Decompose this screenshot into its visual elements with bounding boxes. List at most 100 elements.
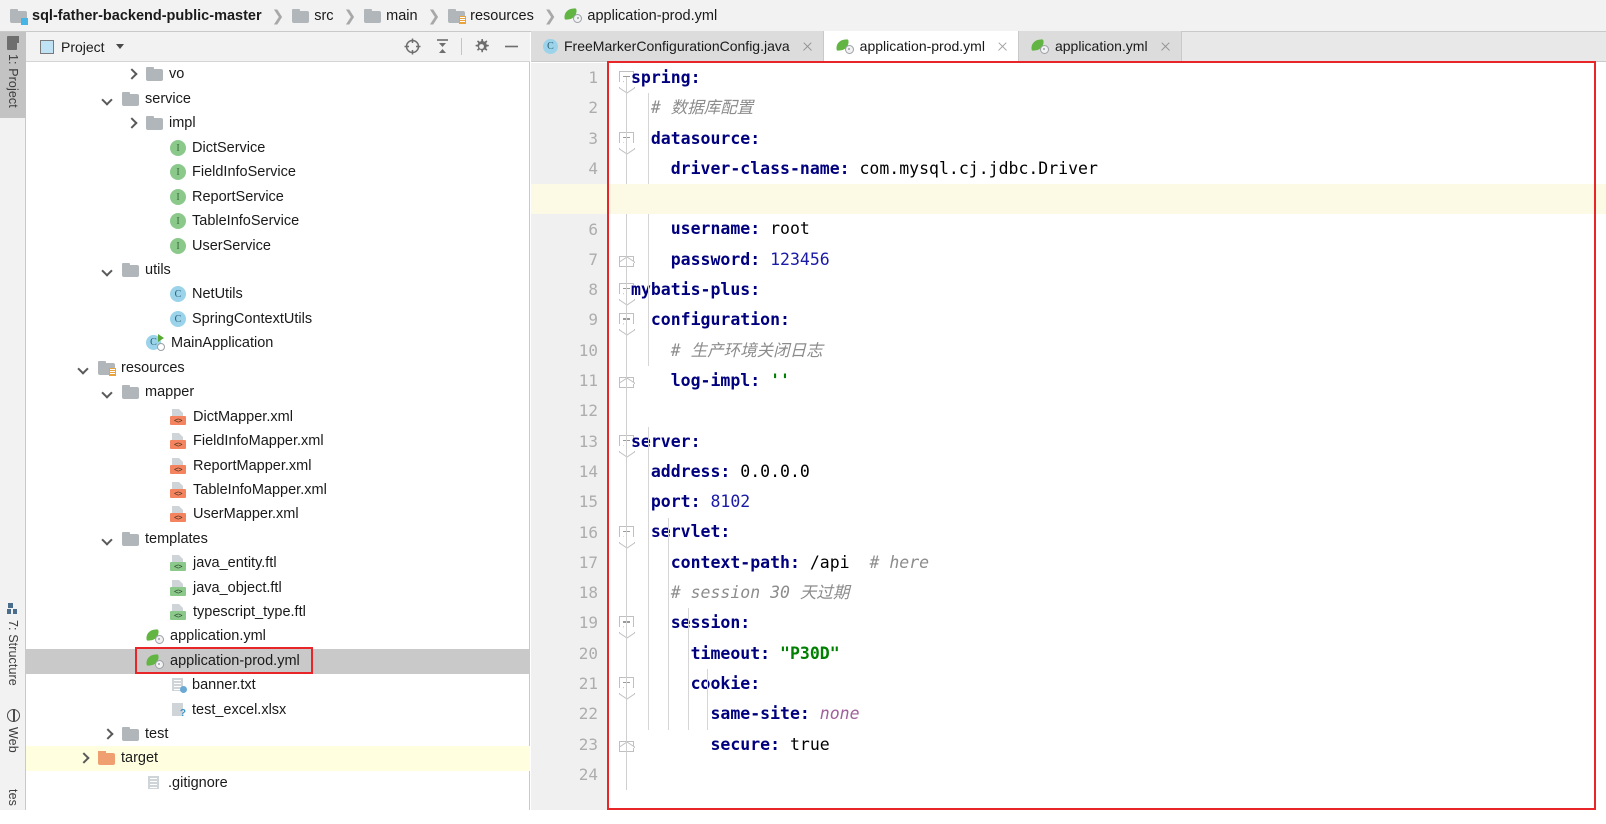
editor-tab-application-yml[interactable]: application.yml [1018, 31, 1182, 61]
tree-no-arrow [148, 165, 163, 180]
editor-tab-application-prod-yml[interactable]: application-prod.yml [823, 31, 1019, 61]
code-line[interactable] [631, 396, 1606, 426]
code-line[interactable]: mybatis-plus: [631, 275, 1606, 305]
chevron-down-icon[interactable] [100, 92, 115, 107]
breadcrumb-item-sql-father-backend-public-master[interactable]: sql-father-backend-public-master [10, 0, 262, 32]
code-line[interactable] [631, 760, 1606, 790]
tree-node[interactable]: <> TableInfoMapper.xml [26, 478, 530, 503]
tree-node[interactable]: <> typescript_type.ftl [26, 600, 530, 625]
code-line[interactable]: datasource: [631, 124, 1606, 154]
tree-node[interactable]: test [26, 722, 530, 747]
tree-no-arrow [148, 287, 163, 302]
editor-code-area[interactable]: spring: # 数据库配置 datasource: driver-class… [631, 63, 1606, 810]
tree-node[interactable]: I UserService [26, 234, 530, 259]
tree-node[interactable]: <> DictMapper.xml [26, 405, 530, 430]
tree-node[interactable]: .gitignore [26, 771, 530, 796]
code-line[interactable]: username: root [631, 214, 1606, 244]
code-line[interactable]: # 生产环境关闭日志 [631, 336, 1606, 366]
folder-icon [122, 727, 139, 742]
breadcrumb-item-main[interactable]: main [364, 0, 418, 32]
tree-node[interactable]: C SpringContextUtils [26, 307, 530, 332]
chevron-right-icon[interactable] [76, 751, 91, 766]
code-line[interactable]: port: 8102 [631, 487, 1606, 517]
collapse-all-icon [436, 39, 448, 53]
close-icon[interactable] [801, 40, 814, 53]
chevron-down-icon[interactable] [76, 361, 91, 376]
tree-node[interactable]: I FieldInfoService [26, 160, 530, 185]
code-line[interactable]: # session 30 天过期 [631, 578, 1606, 608]
breadcrumb-item-application-prod-yml[interactable]: application-prod.yml [563, 0, 717, 32]
tool-tab-structure[interactable]: 7: Structure [0, 598, 26, 694]
tree-node[interactable]: C MainApplication [26, 331, 530, 356]
tree-node[interactable]: utils [26, 258, 530, 283]
folder-icon [122, 263, 139, 278]
code-line[interactable]: session: [631, 608, 1606, 638]
editor-tab-label: application.yml [1054, 38, 1148, 54]
code-line[interactable]: driver-class-name: com.mysql.cj.jdbc.Dri… [631, 154, 1606, 184]
breadcrumb-item-src[interactable]: src [292, 0, 334, 32]
tree-node-label: TableInfoService [192, 213, 300, 230]
chevron-right-icon[interactable] [124, 67, 139, 82]
code-line[interactable]: server: [631, 427, 1606, 457]
settings-button[interactable] [466, 32, 496, 62]
tree-node[interactable]: application.yml [26, 624, 530, 649]
close-icon[interactable] [1159, 40, 1172, 53]
code-line[interactable]: # 数据库配置 [631, 93, 1606, 123]
tree-node-label: service [145, 91, 191, 108]
breadcrumb-item-resources[interactable]: resources [448, 0, 534, 32]
tree-no-arrow [148, 605, 163, 620]
tool-tab-tests[interactable]: tes [0, 784, 26, 824]
chevron-right-icon[interactable] [124, 116, 139, 131]
tree-node[interactable]: target [26, 746, 530, 771]
tool-tab-project[interactable]: 1: Project [0, 32, 26, 118]
tree-node[interactable]: banner.txt [26, 673, 530, 698]
tool-tab-web[interactable]: Web [0, 704, 26, 774]
tree-node[interactable]: <> java_object.ftl [26, 576, 530, 601]
structure-icon [7, 603, 19, 615]
tree-node[interactable]: <> UserMapper.xml [26, 502, 530, 527]
tree-node[interactable]: ? test_excel.xlsx [26, 698, 530, 723]
code-line[interactable]: same-site: none [631, 699, 1606, 729]
locate-in-tree-button[interactable] [397, 32, 427, 62]
tree-node[interactable]: <> FieldInfoMapper.xml [26, 429, 530, 454]
tree-node-selected[interactable]: application-prod.yml [26, 649, 530, 674]
code-line[interactable]: log-impl: '' [631, 366, 1606, 396]
code-line[interactable]: timeout: "P30D" [631, 639, 1606, 669]
project-tree[interactable]: vo service impl I DictService I FieldInfoServi… [26, 62, 530, 810]
tree-node[interactable]: I ReportService [26, 185, 530, 210]
tree-node[interactable]: <> ReportMapper.xml [26, 454, 530, 479]
tree-node[interactable]: C NetUtils [26, 282, 530, 307]
tree-node[interactable]: vo [26, 62, 530, 87]
code-line[interactable]: cookie: [631, 669, 1606, 699]
tree-node[interactable]: impl [26, 111, 530, 136]
code-line[interactable]: address: 0.0.0.0 [631, 457, 1606, 487]
collapse-all-button[interactable] [427, 32, 457, 62]
chevron-down-icon[interactable] [100, 385, 115, 400]
chevron-down-icon[interactable] [100, 263, 115, 278]
close-icon[interactable] [996, 40, 1009, 53]
tree-node[interactable]: <> java_entity.ftl [26, 551, 530, 576]
tree-node[interactable]: resources [26, 356, 530, 381]
tree-node[interactable]: templates [26, 527, 530, 552]
chevron-down-icon[interactable] [100, 532, 115, 547]
project-view-selector[interactable]: Project [40, 39, 124, 55]
code-line[interactable]: spring: [631, 63, 1606, 93]
code-line[interactable]: context-path: /api # here [631, 548, 1606, 578]
code-line[interactable]: configuration: [631, 305, 1606, 335]
tree-node[interactable]: I TableInfoService [26, 209, 530, 234]
line-number: 9 [588, 310, 598, 330]
tree-node[interactable]: mapper [26, 380, 530, 405]
editor-tab-freemarkerconfigurationconfig-java[interactable]: C FreeMarkerConfigurationConfig.java [531, 31, 824, 61]
tree-node-label: java_entity.ftl [193, 555, 277, 572]
tree-no-arrow [148, 507, 163, 522]
tree-node[interactable]: I DictService [26, 136, 530, 161]
editor-gutter[interactable]: 123456789101112131415161718192021222324 [531, 63, 608, 810]
tree-node[interactable]: service [26, 87, 530, 112]
line-number: 17 [578, 552, 598, 572]
code-line[interactable]: password: 123456 [631, 245, 1606, 275]
code-line[interactable]: servlet: [631, 517, 1606, 547]
breadcrumb-separator: ❯ [543, 6, 557, 25]
code-line[interactable]: secure: true [631, 730, 1606, 760]
hide-panel-button[interactable] [496, 32, 526, 62]
chevron-right-icon[interactable] [100, 727, 115, 742]
